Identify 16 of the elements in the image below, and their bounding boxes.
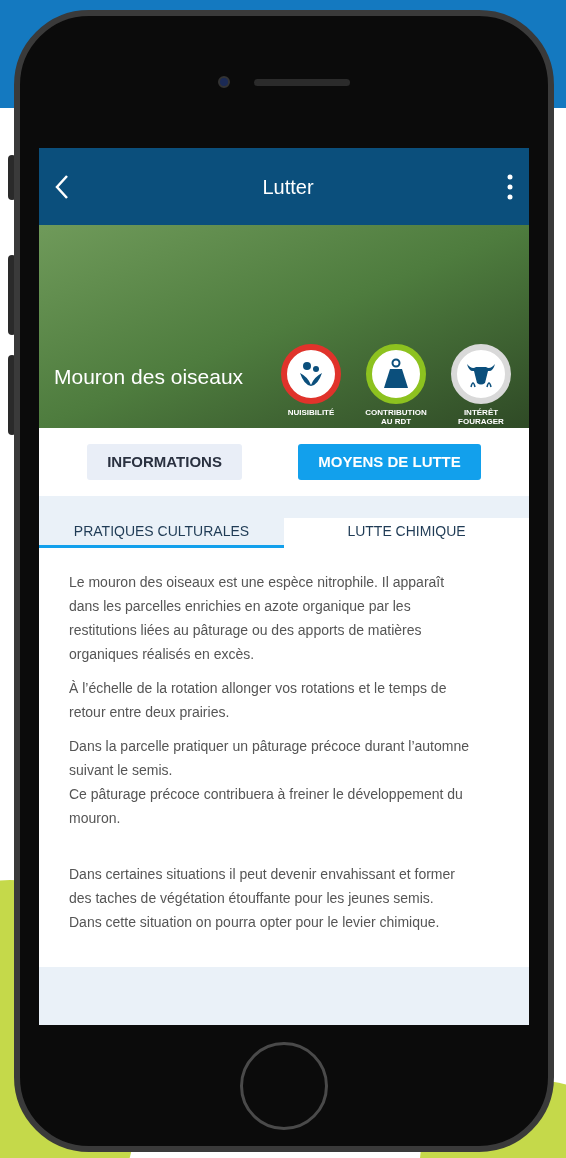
weight-icon xyxy=(381,358,411,390)
more-icon[interactable] xyxy=(507,173,513,200)
body-paragraph: Dans certaines situations il peut devenir envahissant et former des taches de végétation étouffante pour les jeunes semis. xyxy=(69,865,456,908)
section-tab[interactable]: INFORMATIONS xyxy=(87,444,242,480)
rating-label: CONTRIBUTION AU RDT xyxy=(364,408,428,426)
body-paragraph: Le mouron des oiseaux est une espèce nitrophile. Il apparaît dans les parcelles enrichies en azote organique par les restitutions liées au pâturage ou des apports de matières organiques réalisés en excès. xyxy=(69,573,446,664)
screen-title: Lutter xyxy=(262,174,314,200)
sub-tab[interactable]: LUTTE CHIMIQUE xyxy=(284,518,529,548)
plant-name: Mouron des oiseaux xyxy=(54,363,244,390)
rating-label: INTÉRÊT FOURAGER xyxy=(457,408,505,426)
body-paragraph: Dans la parcelle pratiquer un pâturage précoce durant l’automne suivant le semis. xyxy=(69,737,471,780)
body-paragraph: Ce pâturage précoce contribuera à freiner le développement du mouron. xyxy=(69,785,464,828)
back-icon[interactable] xyxy=(55,173,69,200)
body-paragraph: Dans cette situation on pourra opter pour le levier chimique. xyxy=(69,913,441,932)
body-paragraph: À l’échelle de la rotation allonger vos rotations et le temps de retour entre deux prairies. xyxy=(69,679,448,722)
rating-label: NUISIBILITÉ xyxy=(286,408,336,417)
